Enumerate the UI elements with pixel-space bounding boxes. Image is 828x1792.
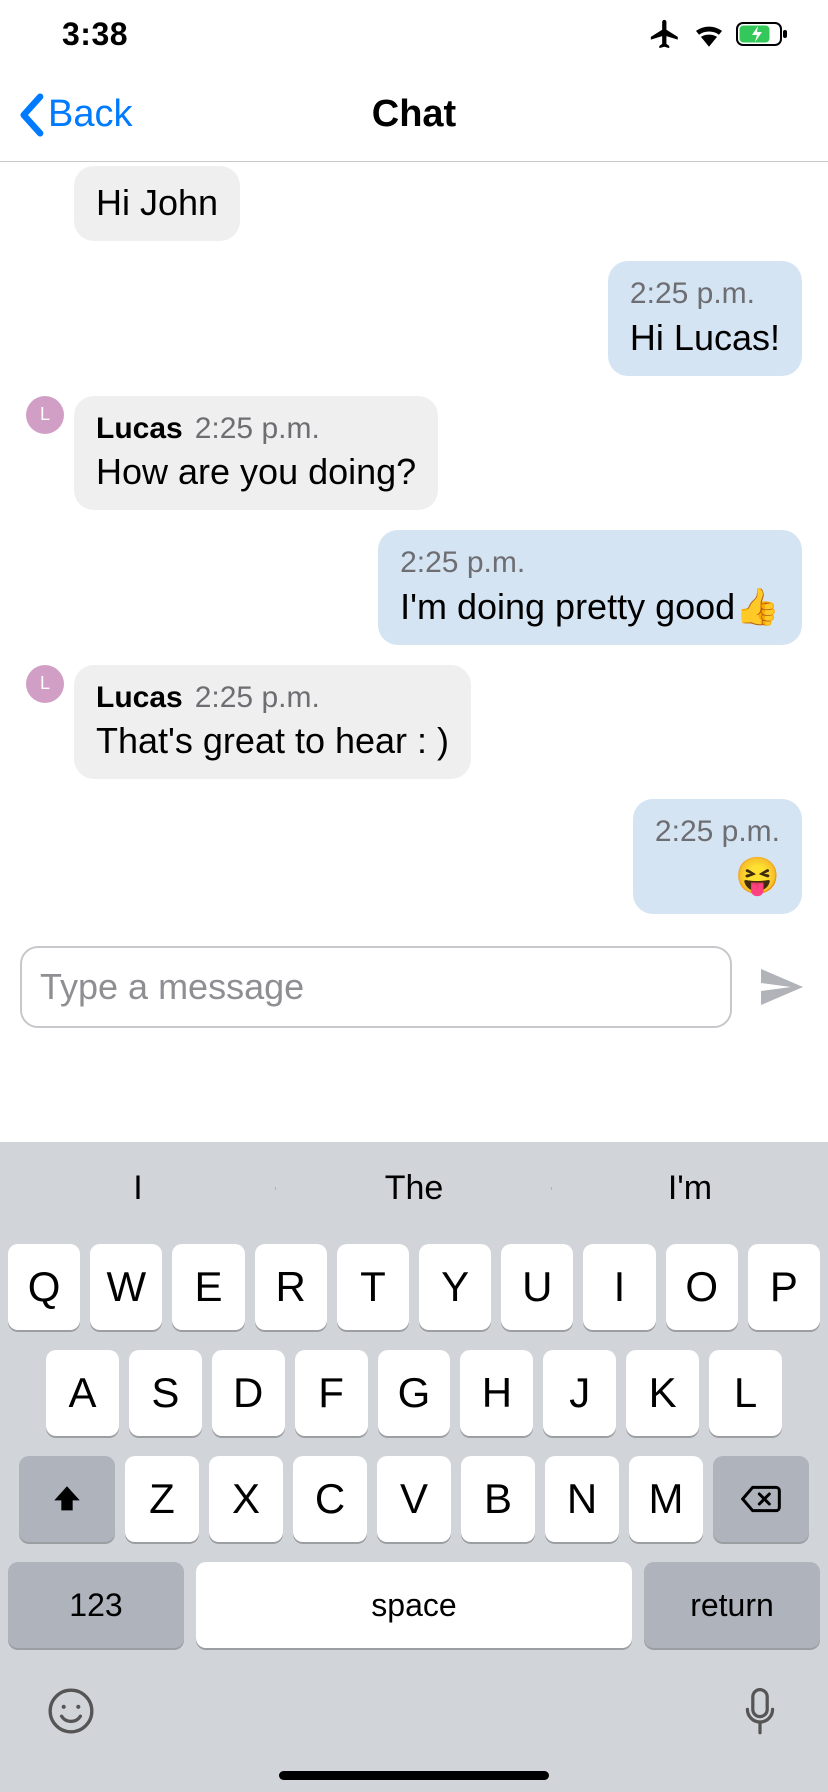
key-c[interactable]: C	[293, 1456, 367, 1542]
key-l[interactable]: L	[709, 1350, 782, 1436]
send-button[interactable]	[754, 960, 808, 1014]
keyboard: ITheI'm QWERTYUIOP ASDFGHJKL ZXCVBNM 123…	[0, 1142, 828, 1792]
key-t[interactable]: T	[337, 1244, 409, 1330]
status-bar: 3:38	[0, 0, 828, 68]
key-backspace[interactable]	[713, 1456, 809, 1542]
incoming-bubble[interactable]: Hi John	[74, 166, 240, 241]
message-meta: 2:25 p.m.	[655, 813, 780, 851]
key-p[interactable]: P	[748, 1244, 820, 1330]
key-q[interactable]: Q	[8, 1244, 80, 1330]
keyboard-row-4: 123 space return	[8, 1562, 820, 1648]
home-indicator[interactable]	[279, 1771, 549, 1780]
shift-icon	[50, 1482, 84, 1516]
timestamp: 2:25 p.m.	[195, 410, 320, 448]
emoji-keyboard-button[interactable]	[46, 1686, 96, 1740]
key-r[interactable]: R	[255, 1244, 327, 1330]
message-row: Hi John	[26, 166, 802, 241]
key-g[interactable]: G	[378, 1350, 451, 1436]
timestamp: 2:25 p.m.	[400, 544, 525, 582]
status-time: 3:38	[62, 16, 128, 53]
timestamp: 2:25 p.m.	[655, 813, 780, 851]
suggestion[interactable]: The	[276, 1169, 552, 1208]
message-text: Hi Lucas!	[630, 317, 780, 358]
message-meta: 2:25 p.m.	[400, 544, 780, 582]
key-space[interactable]: space	[196, 1562, 632, 1648]
key-z[interactable]: Z	[125, 1456, 199, 1542]
key-y[interactable]: Y	[419, 1244, 491, 1330]
outgoing-bubble[interactable]: 2:25 p.m. Hi Lucas!	[608, 261, 802, 376]
key-s[interactable]: S	[129, 1350, 202, 1436]
status-icons	[648, 17, 788, 51]
suggestion[interactable]: I	[0, 1169, 276, 1208]
message-text: Hi John	[96, 182, 218, 223]
timestamp: 2:25 p.m.	[630, 275, 755, 313]
message-row: 2:25 p.m. I'm doing pretty good👍	[26, 530, 802, 645]
incoming-bubble[interactable]: Lucas 2:25 p.m.How are you doing?	[74, 396, 438, 511]
key-n[interactable]: N	[545, 1456, 619, 1542]
message-input[interactable]	[20, 946, 732, 1028]
sender-name: Lucas	[96, 679, 183, 717]
key-shift[interactable]	[19, 1456, 115, 1542]
outgoing-bubble[interactable]: 2:25 p.m. I'm doing pretty good👍	[378, 530, 802, 645]
timestamp: 2:25 p.m.	[195, 679, 320, 717]
keyboard-row-1: QWERTYUIOP	[8, 1244, 820, 1330]
message-meta: Lucas 2:25 p.m.	[96, 679, 449, 717]
key-f[interactable]: F	[295, 1350, 368, 1436]
backspace-icon	[741, 1484, 781, 1514]
message-row: L Lucas 2:25 p.m.That's great to hear : )	[26, 665, 802, 780]
key-k[interactable]: K	[626, 1350, 699, 1436]
key-h[interactable]: H	[460, 1350, 533, 1436]
message-text: I'm doing pretty good👍	[400, 586, 780, 627]
chevron-left-icon	[18, 93, 44, 137]
key-v[interactable]: V	[377, 1456, 451, 1542]
sender-name: Lucas	[96, 410, 183, 448]
incoming-bubble[interactable]: Lucas 2:25 p.m.That's great to hear : )	[74, 665, 471, 780]
back-button[interactable]: Back	[0, 93, 132, 137]
battery-charging-icon	[736, 21, 788, 47]
emoji-icon	[46, 1686, 96, 1736]
key-return[interactable]: return	[644, 1562, 820, 1648]
key-u[interactable]: U	[501, 1244, 573, 1330]
key-m[interactable]: M	[629, 1456, 703, 1542]
message-meta: Lucas 2:25 p.m.	[96, 410, 416, 448]
keyboard-row-3: ZXCVBNM	[8, 1456, 820, 1542]
key-i[interactable]: I	[583, 1244, 655, 1330]
message-text: 😝	[735, 855, 780, 896]
key-a[interactable]: A	[46, 1350, 119, 1436]
key-numbers[interactable]: 123	[8, 1562, 184, 1648]
mic-icon	[738, 1686, 782, 1740]
message-text: That's great to hear : )	[96, 720, 449, 761]
wifi-icon	[692, 21, 726, 47]
keyboard-suggestions: ITheI'm	[0, 1142, 828, 1234]
keyboard-row-2: ASDFGHJKL	[8, 1350, 820, 1436]
message-meta: 2:25 p.m.	[630, 275, 780, 313]
key-b[interactable]: B	[461, 1456, 535, 1542]
nav-bar: Back Chat	[0, 68, 828, 162]
key-w[interactable]: W	[90, 1244, 162, 1330]
chat-area[interactable]: Hi John 2:25 p.m. Hi Lucas! L Lucas 2:25 p.m.…	[0, 162, 828, 914]
key-o[interactable]: O	[666, 1244, 738, 1330]
back-label: Back	[48, 93, 132, 136]
outgoing-bubble[interactable]: 2:25 p.m. 😝	[633, 799, 802, 914]
key-j[interactable]: J	[543, 1350, 616, 1436]
key-e[interactable]: E	[172, 1244, 244, 1330]
avatar: L	[26, 665, 64, 703]
suggestion[interactable]: I'm	[552, 1169, 828, 1208]
send-icon	[757, 963, 805, 1011]
key-d[interactable]: D	[212, 1350, 285, 1436]
avatar: L	[26, 396, 64, 434]
message-text: How are you doing?	[96, 451, 416, 492]
key-x[interactable]: X	[209, 1456, 283, 1542]
message-row: 2:25 p.m. Hi Lucas!	[26, 261, 802, 376]
dictation-button[interactable]	[738, 1686, 782, 1740]
message-input-bar	[0, 934, 828, 1042]
message-row: L Lucas 2:25 p.m.How are you doing?	[26, 396, 802, 511]
message-row: 2:25 p.m. 😝	[26, 799, 802, 914]
airplane-mode-icon	[648, 17, 682, 51]
